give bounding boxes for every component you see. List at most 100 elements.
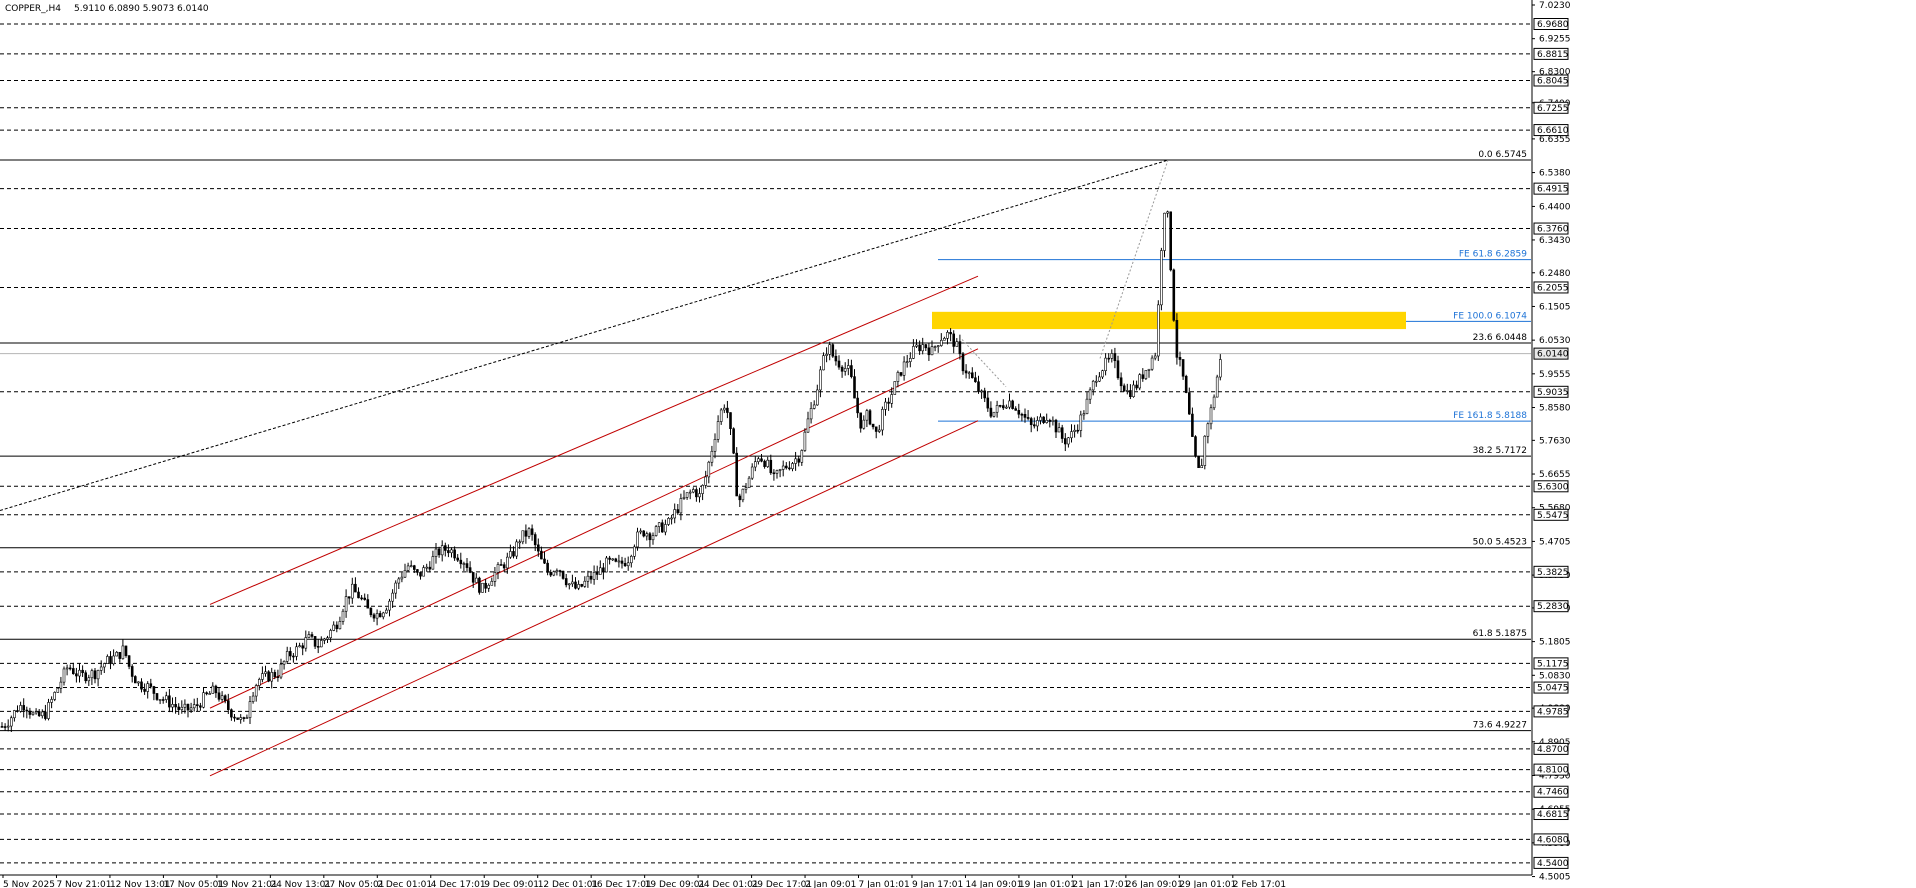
candle-body [881, 409, 884, 431]
candle-body [859, 412, 863, 429]
level-price-tag[interactable]: 4.6815 [1533, 808, 1569, 821]
level-price-tag[interactable]: 6.8815 [1533, 47, 1569, 60]
candle-body [130, 666, 134, 677]
level-price-tag[interactable]: 5.3825 [1533, 565, 1569, 578]
candle-body [400, 576, 404, 580]
candle-body [270, 672, 274, 682]
candle-body [856, 397, 859, 414]
candle-body [605, 557, 608, 573]
level-price-tag[interactable]: 5.5475 [1533, 508, 1569, 521]
candle-body [251, 695, 255, 702]
candle-body [1169, 211, 1172, 271]
candle-body [1126, 390, 1129, 392]
candle-body [44, 711, 47, 719]
level-tag-label: 5.2830 [1537, 602, 1569, 612]
candle-body [741, 488, 745, 501]
candle-body [10, 717, 13, 727]
candle-body [1076, 429, 1079, 432]
level-tag-label: 4.6815 [1537, 810, 1569, 820]
price-tick-label: 6.0530 [1539, 336, 1571, 346]
candle-body [149, 683, 153, 687]
candle-body [533, 534, 537, 546]
candle-body [614, 558, 618, 562]
candle-body [34, 711, 38, 714]
candle-body [428, 566, 432, 570]
level-price-tag[interactable]: 4.8100 [1533, 763, 1569, 776]
candle-body [134, 676, 137, 684]
candle-body [1033, 424, 1036, 427]
candle [1184, 374, 1188, 394]
price-chart[interactable]: 0.0 6.5745 23.6 6.0448 38.2 5.7172 50.0 5.4… [0, 0, 1916, 888]
candle-body [288, 651, 292, 657]
candle-body [493, 572, 497, 582]
candle-body [456, 557, 460, 561]
candle-body [1206, 423, 1210, 437]
level-price-tag[interactable]: 6.4915 [1533, 182, 1569, 195]
candle-body [803, 431, 807, 451]
level-tag-label: 5.3825 [1537, 568, 1569, 578]
candle-body [223, 695, 227, 701]
level-price-tag[interactable]: 6.7255 [1533, 101, 1569, 114]
candle-body [543, 558, 546, 564]
candle-body [127, 655, 131, 667]
candle-body [68, 667, 72, 670]
candle-body [778, 469, 782, 471]
level-price-tag[interactable]: 4.6080 [1533, 833, 1569, 846]
candle-body [809, 408, 813, 420]
level-price-tag[interactable]: 6.9680 [1533, 18, 1569, 31]
candle-body [332, 624, 336, 631]
candle-body [552, 571, 556, 576]
level-price-tag[interactable]: 6.3760 [1533, 222, 1569, 235]
candle-body [998, 405, 1002, 407]
candle-body [1200, 465, 1203, 469]
candle-body [217, 692, 221, 700]
candle-body [13, 710, 16, 719]
level-price-tag[interactable]: 5.2830 [1533, 600, 1569, 613]
candle-body [608, 557, 611, 560]
candle-body [574, 581, 577, 589]
candle-body [0, 726, 4, 728]
candle-body [1153, 355, 1157, 359]
candle-body [676, 509, 680, 514]
candle-body [31, 712, 35, 715]
level-price-tag[interactable]: 6.2055 [1533, 281, 1569, 294]
level-price-tag[interactable]: 4.8700 [1533, 742, 1569, 755]
candle [654, 524, 658, 537]
candle-body [744, 487, 748, 490]
candle-body [369, 607, 373, 616]
price-tick-label: 6.4400 [1539, 202, 1571, 212]
level-price-tag[interactable]: 6.6610 [1533, 124, 1569, 137]
time-tick-label: 12 Dec 01:01 [538, 880, 599, 888]
candle-body [974, 377, 977, 383]
candle-body [716, 421, 720, 440]
candle-body [927, 347, 931, 356]
candle-body [496, 564, 500, 573]
level-price-tag[interactable]: 5.9035 [1533, 385, 1569, 398]
candle-body [425, 566, 429, 569]
candle [735, 447, 739, 497]
time-tick-label: 21 Jan 17:01 [1072, 880, 1129, 888]
price-tick-label: 4.5005 [1539, 873, 1571, 883]
level-price-tag[interactable]: 5.6300 [1533, 480, 1569, 493]
candle-body [37, 711, 41, 717]
current-price-tag[interactable]: 6.0140 [1533, 347, 1569, 360]
level-price-tag[interactable]: 5.0475 [1533, 681, 1569, 694]
level-price-tag[interactable]: 6.8045 [1533, 74, 1569, 87]
candle-body [462, 563, 466, 565]
level-price-tag[interactable]: 4.9785 [1533, 705, 1569, 718]
level-price-tag[interactable]: 4.7460 [1533, 785, 1569, 798]
candle [478, 576, 481, 595]
candle-body [772, 472, 776, 475]
candle-body [388, 600, 391, 611]
level-price-tag[interactable]: 4.5400 [1533, 856, 1569, 869]
resistance-zone-rect[interactable] [932, 311, 1406, 330]
level-price-tag[interactable]: 5.1175 [1533, 657, 1569, 670]
resistance-zone[interactable] [932, 311, 1406, 330]
candle-body [726, 407, 729, 413]
candle [1175, 313, 1179, 365]
price-tick-label: 6.3430 [1539, 236, 1571, 246]
candle-body [279, 663, 283, 678]
candle-body [3, 726, 7, 728]
candle-body [174, 704, 177, 708]
candle-body [1150, 357, 1154, 370]
